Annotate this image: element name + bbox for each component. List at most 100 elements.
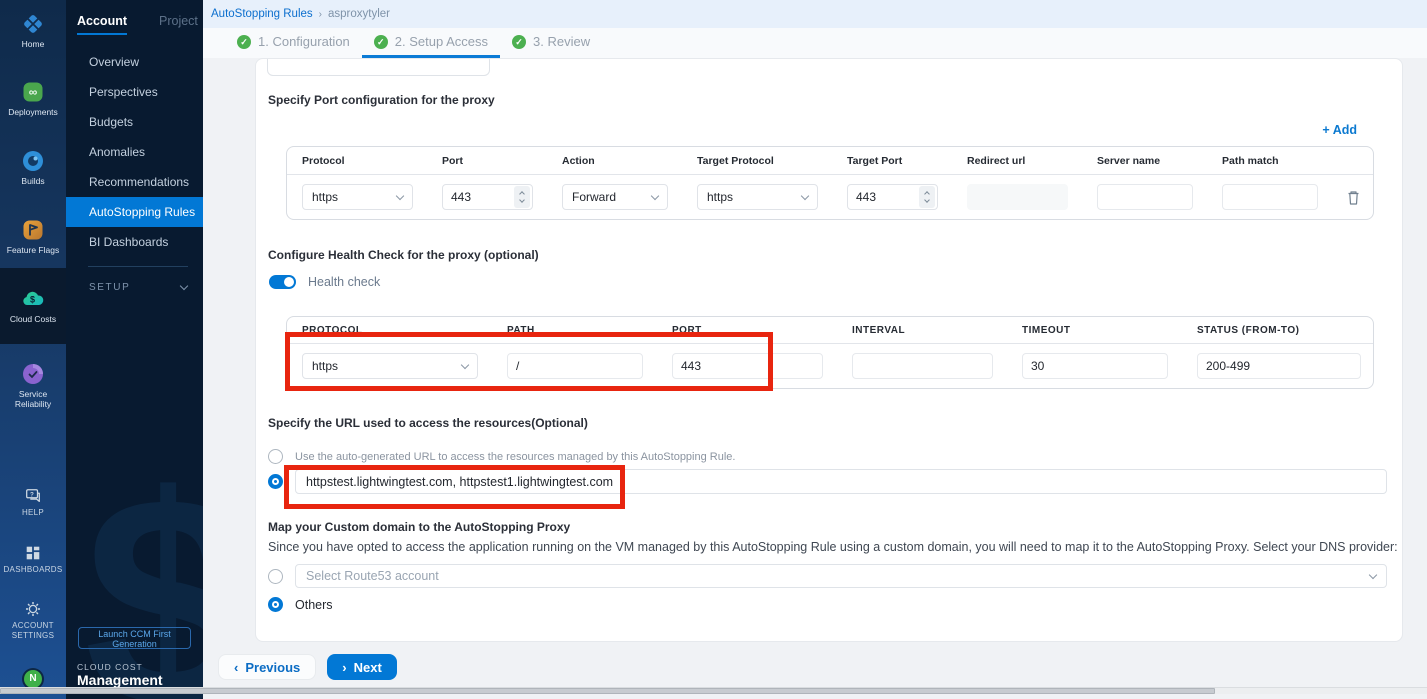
protocol-select[interactable]: https (302, 184, 413, 210)
previous-label: Previous (245, 660, 300, 675)
util-account-settings-label: ACCOUNT SETTINGS (12, 621, 54, 640)
breadcrumb-parent-link[interactable]: AutoStopping Rules (211, 8, 313, 20)
port-table-row: https Forward https (287, 175, 1373, 219)
col-target-port: Target Port (832, 147, 952, 174)
number-stepper[interactable] (919, 186, 935, 208)
path-match-input[interactable] (1222, 184, 1318, 210)
hc-status-input[interactable] (1197, 353, 1361, 379)
previous-button[interactable]: ‹ Previous (218, 654, 316, 680)
service-reliability-icon (21, 362, 45, 386)
others-label: Others (295, 598, 333, 612)
hc-port-input[interactable] (672, 353, 823, 379)
add-port-row-button[interactable]: +Add (1322, 123, 1357, 137)
others-radio[interactable] (268, 597, 283, 612)
route53-radio[interactable] (268, 569, 283, 584)
step-configuration[interactable]: ✓ 1. Configuration (225, 28, 362, 58)
gear-icon (24, 600, 42, 618)
target-protocol-select[interactable]: https (697, 184, 818, 210)
module-feature-flags[interactable]: Feature Flags (0, 218, 66, 256)
delete-row-icon[interactable] (1346, 189, 1361, 206)
launch-ccm-first-gen-button[interactable]: Launch CCM First Generation (78, 627, 191, 649)
step-configuration-label: 1. Configuration (258, 34, 350, 49)
module-builds[interactable]: Builds (0, 149, 66, 187)
module-service-reliability-label: Service Reliability (15, 389, 51, 409)
check-icon: ✓ (512, 35, 526, 49)
scrollbar-thumb[interactable] (0, 688, 1215, 694)
nav-item-anomalies[interactable]: Anomalies (66, 137, 203, 167)
number-stepper[interactable] (514, 186, 530, 208)
setup-section[interactable]: SETUP (89, 282, 187, 293)
chevron-down-icon (180, 282, 188, 290)
next-label: Next (354, 660, 382, 675)
chevron-down-icon (461, 360, 469, 368)
wizard-steps: ✓ 1. Configuration ✓ 2. Setup Access ✓ 3… (203, 28, 1427, 58)
route53-account-select[interactable]: Select Route53 account (295, 564, 1387, 588)
breadcrumb: AutoStopping Rules › asproxytyler (203, 0, 1427, 28)
product-eyebrow: CLOUD COST (77, 662, 143, 672)
custom-url-input[interactable] (295, 469, 1387, 494)
health-check-toggle-label: Health check (308, 275, 380, 289)
hc-interval-input[interactable] (852, 353, 993, 379)
builds-icon (21, 149, 45, 173)
user-avatar[interactable]: N (24, 670, 42, 688)
col-hc-protocol: PROTOCOL (287, 317, 492, 343)
tab-project[interactable]: Project (159, 14, 198, 35)
health-check-header: PROTOCOL PATH PORT INTERVAL TIMEOUT STAT… (287, 317, 1373, 344)
server-name-input[interactable] (1097, 184, 1193, 210)
chevron-down-icon (651, 191, 659, 199)
util-dashboards-label: DASHBOARDS (3, 565, 62, 574)
next-button[interactable]: › Next (327, 654, 397, 680)
nav-item-autostopping-rules[interactable]: AutoStopping Rules (66, 197, 203, 227)
action-select[interactable]: Forward (562, 184, 668, 210)
nav-item-recommendations[interactable]: Recommendations (66, 167, 203, 197)
breadcrumb-separator: › (319, 9, 322, 20)
util-account-settings[interactable]: ACCOUNT SETTINGS (0, 600, 66, 640)
module-home[interactable]: Home (0, 12, 66, 50)
col-port: Port (427, 147, 547, 174)
module-cloud-costs[interactable]: $ Cloud Costs (0, 287, 66, 325)
tab-account[interactable]: Account (77, 14, 127, 35)
port-input[interactable] (442, 184, 533, 210)
nav-items: Overview Perspectives Budgets Anomalies … (66, 47, 203, 257)
port-config-table: Protocol Port Action Target Protocol Tar… (286, 146, 1374, 220)
module-deployments[interactable]: ∞ Deployments (0, 80, 66, 118)
col-hc-interval: INTERVAL (837, 317, 1007, 343)
module-service-reliability[interactable]: Service Reliability (0, 362, 66, 410)
module-rail: Home ∞ Deployments Builds (0, 0, 66, 699)
health-check-toggle[interactable] (269, 275, 296, 289)
plus-icon: + (1322, 123, 1329, 137)
svg-text:?: ? (30, 491, 34, 498)
nav-item-budgets[interactable]: Budgets (66, 107, 203, 137)
app-window: Home ∞ Deployments Builds (0, 0, 1427, 699)
domain-section-description: Since you have opted to access the appli… (268, 540, 1398, 554)
step-review[interactable]: ✓ 3. Review (500, 28, 602, 58)
horizontal-scrollbar[interactable] (0, 687, 1427, 694)
port-value-input[interactable] (443, 190, 514, 204)
hc-timeout-input[interactable] (1022, 353, 1168, 379)
target-port-value-input[interactable] (848, 190, 919, 204)
col-hc-path: PATH (492, 317, 657, 343)
health-check-table: PROTOCOL PATH PORT INTERVAL TIMEOUT STAT… (286, 316, 1374, 389)
target-port-input[interactable] (847, 184, 938, 210)
home-icon (21, 12, 45, 36)
col-protocol: Protocol (287, 147, 427, 174)
hc-path-input[interactable] (507, 353, 643, 379)
hc-protocol-select[interactable]: https (302, 353, 478, 379)
util-dashboards[interactable]: DASHBOARDS (0, 544, 66, 575)
url-section-heading: Specify the URL used to access the resou… (268, 416, 588, 430)
nav-item-perspectives[interactable]: Perspectives (66, 77, 203, 107)
auto-url-radio[interactable] (268, 449, 283, 464)
col-hc-port: PORT (657, 317, 837, 343)
module-feature-flags-label: Feature Flags (7, 245, 59, 255)
util-help[interactable]: ? HELP (0, 487, 66, 518)
nav-item-overview[interactable]: Overview (66, 47, 203, 77)
dashboards-icon (24, 544, 42, 562)
product-title: Management (77, 672, 163, 688)
nav-item-bi-dashboards[interactable]: BI Dashboards (66, 227, 203, 257)
step-setup-access[interactable]: ✓ 2. Setup Access (362, 28, 500, 58)
scope-tabs: Account Project (77, 14, 195, 35)
custom-url-radio[interactable] (268, 474, 283, 489)
health-check-row: https (287, 344, 1373, 388)
module-cloud-costs-label: Cloud Costs (10, 314, 56, 324)
col-hc-timeout: TIMEOUT (1007, 317, 1182, 343)
